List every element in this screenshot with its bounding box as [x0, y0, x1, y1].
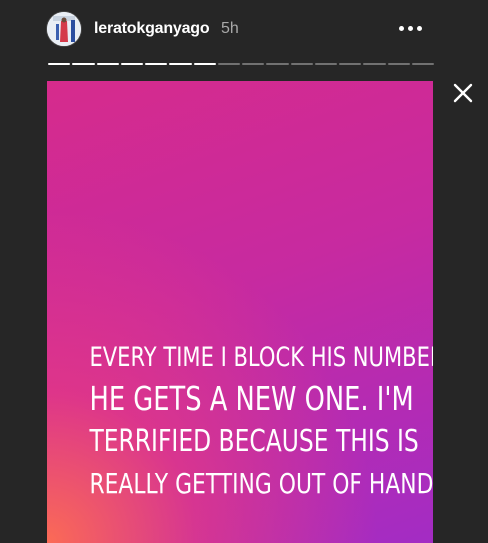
- progress-segment: [411, 63, 434, 65]
- progress-segment: [169, 63, 192, 65]
- story-text-line: EVERY TIME I BLOCK HIS NUMBER: [89, 342, 433, 373]
- progress-segment: [290, 63, 313, 65]
- progress-segment: [72, 63, 95, 65]
- progress-segment: [145, 63, 168, 65]
- close-icon[interactable]: [450, 80, 476, 106]
- dot: [407, 25, 413, 31]
- progress-segment: [387, 63, 410, 65]
- progress-segment: [193, 63, 216, 65]
- progress-segment: [363, 63, 386, 65]
- progress-segment: [217, 63, 240, 65]
- progress-segment: [120, 63, 143, 65]
- progress-segment: [266, 63, 289, 65]
- progress-segment: [339, 63, 362, 65]
- progress-segment: [242, 63, 265, 65]
- story-text-line: REALLY GETTING OUT OF HAND!: [89, 467, 433, 500]
- progress-segment: [314, 63, 337, 65]
- profile-avatar-icon[interactable]: [47, 12, 81, 46]
- story-header: leratokganyago 5h: [0, 0, 488, 62]
- progress-segment: [48, 63, 71, 65]
- story-text-line: TERRIFIED BECAUSE THIS IS: [89, 424, 419, 459]
- story-text-line: HE GETS A NEW ONE. I'M: [89, 379, 414, 418]
- story-text: EVERY TIME I BLOCK HIS NUMBER HE GETS A …: [89, 339, 433, 505]
- story-progress-bar: [48, 63, 434, 66]
- dot: [398, 25, 404, 31]
- dot: [416, 25, 422, 31]
- story-card[interactable]: EVERY TIME I BLOCK HIS NUMBER HE GETS A …: [47, 81, 433, 543]
- username[interactable]: leratokganyago: [94, 20, 210, 38]
- progress-segment: [96, 63, 119, 65]
- more-options-icon[interactable]: [396, 18, 424, 38]
- post-time: 5h: [221, 20, 239, 37]
